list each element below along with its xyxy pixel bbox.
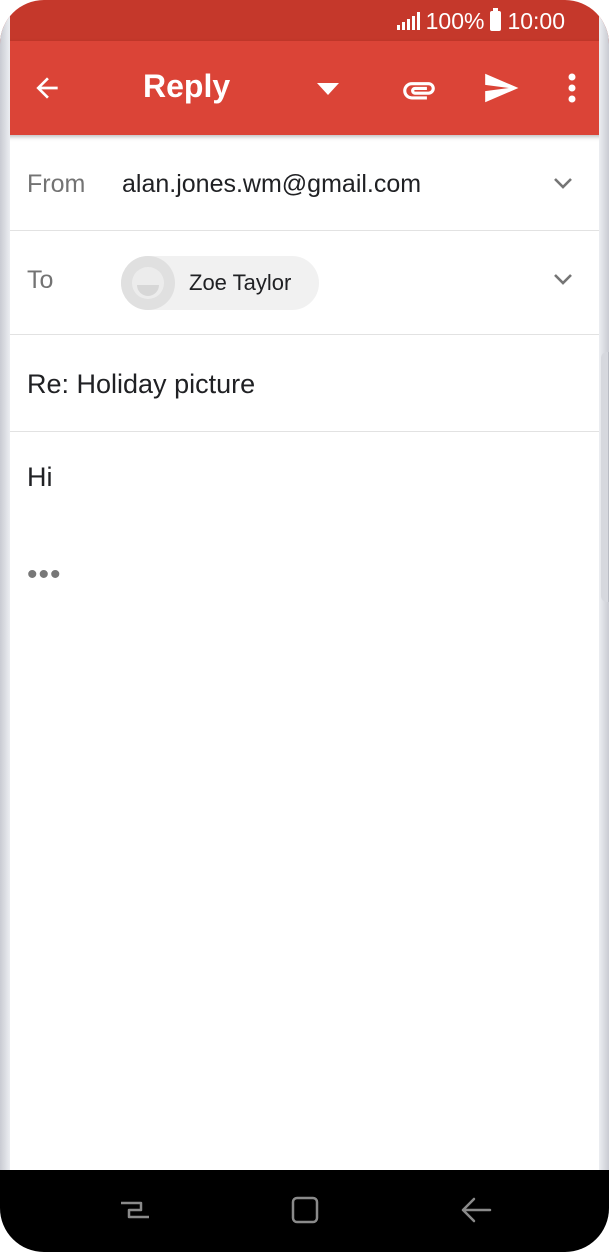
nav-back-icon[interactable] (458, 1192, 494, 1228)
back-arrow-icon[interactable] (22, 63, 72, 113)
app-bar: Reply (0, 41, 609, 135)
more-vert-icon[interactable] (552, 63, 592, 113)
home-icon[interactable] (287, 1192, 323, 1228)
signal-icon (396, 12, 420, 30)
recent-apps-icon[interactable] (117, 1192, 153, 1228)
to-row: To Zoe Taylor (0, 231, 609, 335)
from-label: From (27, 170, 86, 198)
send-icon[interactable] (476, 63, 526, 113)
page-title: Reply (143, 68, 231, 104)
status-icons: 100% 10:00 (396, 6, 565, 36)
battery-percent: 100% (425, 7, 485, 34)
subject-row: Re: Holiday picture (0, 335, 609, 432)
phone-screen: 100% 10:00 Reply From alan.jones.wm@gmai… (0, 0, 609, 1252)
battery-icon (490, 8, 502, 31)
chevron-down-icon[interactable] (551, 267, 575, 291)
subject-field[interactable]: Re: Holiday picture (27, 369, 255, 400)
chevron-down-icon[interactable] (551, 171, 575, 195)
from-row: From alan.jones.wm@gmail.com (0, 135, 609, 231)
from-account[interactable]: alan.jones.wm@gmail.com (122, 170, 421, 199)
status-time: 10:00 (507, 7, 565, 34)
paperclip-icon[interactable] (394, 65, 444, 115)
body-field[interactable]: Hi (27, 462, 53, 493)
status-bar: 100% 10:00 (0, 0, 609, 41)
navigation-bar (0, 1170, 609, 1252)
quoted-text-toggle[interactable]: ••• (27, 558, 62, 592)
avatar (121, 256, 175, 310)
recipient-chip[interactable]: Zoe Taylor (121, 256, 319, 310)
screen-edge-left (0, 0, 10, 1252)
to-label: To (27, 266, 54, 294)
screen-edge-right (599, 0, 609, 1252)
dropdown-arrow-icon[interactable] (306, 67, 350, 111)
edge-panel-handle[interactable] (601, 352, 609, 602)
recipient-name: Zoe Taylor (189, 270, 292, 295)
